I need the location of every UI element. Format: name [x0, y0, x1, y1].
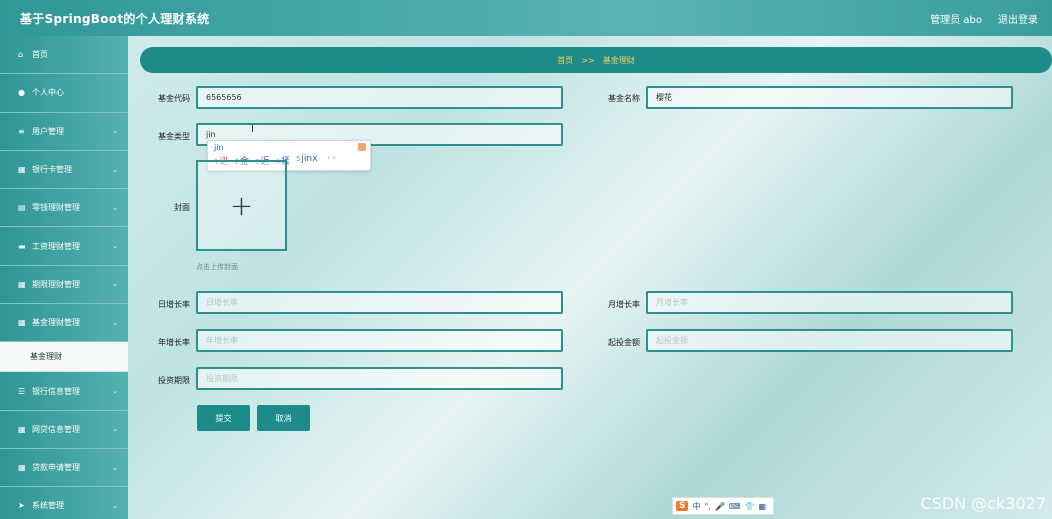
min-amount-label: 起投金额: [608, 338, 640, 347]
sidebar-item-label: 首页: [32, 50, 48, 60]
sidebar-item-label: 贷款申请管理: [32, 463, 80, 473]
chevron-down-icon: ⌄: [112, 127, 118, 136]
sliders-icon: ≡: [18, 126, 25, 136]
breadcrumb-separator: >>: [581, 55, 595, 65]
sidebar-item-4[interactable]: ▤ 零钱理财管理 ⌄: [0, 189, 128, 228]
app-title: 基于SpringBoot的个人理财系统: [20, 11, 210, 26]
sidebar-item-1[interactable]: ● 个人中心: [0, 74, 128, 113]
ime-toolbar-icon-1[interactable]: 中: [692, 501, 700, 512]
chevron-down-icon: ⌄: [112, 318, 118, 327]
upload-hint: 点击上传封面: [196, 263, 238, 271]
sidebar-item-0[interactable]: ⌂ 首页: [0, 36, 128, 75]
card-icon: ▬: [18, 241, 26, 251]
ime-toolbar-icon-2[interactable]: °,: [704, 502, 711, 511]
text-cursor-icon: I: [251, 124, 254, 135]
sidebar-item-9[interactable]: ☰ 银行信息管理 ⌄: [0, 372, 128, 411]
cover-label: 封面: [174, 203, 190, 212]
current-user: 管理员 abo: [930, 14, 982, 26]
sidebar-item-label: 基金理财管理: [32, 318, 80, 328]
ime-pinyin: jin: [214, 143, 224, 152]
ime-candidate-text: jinx: [301, 154, 318, 164]
sidebar-item-label: 用户管理: [32, 126, 64, 136]
plus-icon: +: [229, 188, 254, 222]
logout-link[interactable]: 退出登录: [998, 11, 1038, 26]
yearly-growth-label: 年增长率: [158, 338, 190, 347]
sidebar: ⌂ 首页 ● 个人中心 ≡ 用户管理 ⌄ ▦ 银行卡管理 ⌄ ▤ 零钱理财管理 ⌄ ▬ 工资理财管理 ⌄ ▦ 期限…: [0, 36, 128, 519]
min-amount-input[interactable]: 起投金额: [646, 329, 1013, 352]
chevron-down-icon: ⌄: [112, 242, 118, 251]
sogou-logo-icon: [358, 143, 366, 151]
ime-toolbar[interactable]: S 中 °, 🎤 ⌨ 👕 ▦: [672, 497, 774, 515]
ime-toolbar-icon-6[interactable]: ▦: [759, 502, 767, 511]
fund-name-label: 基金名称: [608, 94, 640, 103]
sidebar-item-12[interactable]: ➤ 系统管理 ⌄: [0, 487, 128, 519]
ime-candidate[interactable]: 5jinx: [296, 154, 318, 167]
sidebar-item-label: 系统管理: [32, 501, 64, 511]
grid-icon: ▦: [18, 318, 26, 328]
chevron-down-icon: ⌄: [112, 280, 118, 289]
sidebar-item-label: 个人中心: [32, 88, 64, 98]
fund-code-label: 基金代码: [158, 94, 190, 103]
chevron-down-icon: ⌄: [112, 425, 118, 434]
ime-toolbar-icon-3[interactable]: 🎤: [715, 502, 725, 511]
fund-code-input[interactable]: 6565656: [196, 86, 563, 109]
clipboard-icon: ▤: [18, 203, 26, 213]
grid-icon: ▦: [18, 463, 26, 473]
ime-toolbar-icon-5[interactable]: 👕: [745, 502, 755, 511]
sidebar-item-label: 网贷信息管理: [32, 424, 80, 434]
watermark: CSDN @ck3027: [920, 494, 1046, 513]
fund-name-input[interactable]: 樱花: [646, 86, 1013, 109]
sidebar-item-label: 银行信息管理: [32, 386, 80, 396]
ime-page-arrows-icon[interactable]: ‹ ›: [327, 154, 335, 167]
term-label: 投资期限: [158, 376, 190, 385]
sidebar-item-label: 期限理财管理: [32, 279, 80, 289]
home-icon: ⌂: [18, 50, 24, 60]
grid-icon: ▦: [18, 165, 26, 175]
daily-growth-label: 日增长率: [158, 300, 190, 309]
submit-button[interactable]: 提交: [197, 405, 250, 431]
sidebar-item-7[interactable]: ▦ 基金理财管理 ⌄: [0, 304, 128, 343]
sidebar-item-10[interactable]: ▦ 网贷信息管理 ⌄: [0, 410, 128, 449]
sidebar-item-11[interactable]: ▦ 贷款申请管理 ⌄: [0, 448, 128, 488]
chevron-down-icon: ⌄: [112, 501, 118, 510]
ime-toolbar-icon-0[interactable]: S: [676, 501, 689, 511]
sidebar-item-2[interactable]: ≡ 用户管理 ⌄: [0, 112, 128, 151]
cancel-button[interactable]: 取消: [257, 405, 310, 431]
sidebar-item-5[interactable]: ▬ 工资理财管理 ⌄: [0, 227, 128, 266]
user-icon: ●: [18, 88, 25, 98]
breadcrumb-current: 基金理财: [602, 55, 635, 65]
chevron-down-icon: ⌄: [112, 387, 118, 396]
sidebar-item-label: 银行卡管理: [32, 165, 72, 175]
fund-type-label: 基金类型: [158, 132, 190, 141]
monthly-growth-input[interactable]: 月增长率: [646, 291, 1013, 314]
chevron-down-icon: ⌄: [112, 463, 118, 472]
send-icon: ➤: [18, 501, 25, 511]
grid-icon: ▦: [18, 424, 26, 434]
top-header: 基于SpringBoot的个人理财系统 管理员 abo 退出登录: [0, 0, 1052, 36]
daily-growth-input[interactable]: 日增长率: [196, 291, 563, 314]
sidebar-item-label: 零钱理财管理: [32, 203, 80, 213]
sidebar-item-3[interactable]: ▦ 银行卡管理 ⌄: [0, 150, 128, 190]
chevron-down-icon: ⌄: [112, 203, 118, 212]
ime-toolbar-icon-4[interactable]: ⌨: [729, 502, 741, 511]
sidebar-item-6[interactable]: ▦ 期限理财管理 ⌄: [0, 265, 128, 305]
term-input[interactable]: 投资期限: [196, 367, 563, 390]
sidebar-item-8[interactable]: 基金理财: [0, 342, 128, 373]
breadcrumb-home[interactable]: 首页: [557, 55, 573, 66]
sidebar-item-label: 基金理财: [30, 352, 62, 362]
yearly-growth-input[interactable]: 年增长率: [196, 329, 563, 352]
monthly-growth-label: 月增长率: [608, 300, 640, 309]
list-icon: ☰: [18, 386, 26, 396]
cover-upload-box[interactable]: +: [196, 160, 287, 251]
ime-candidate-number: 5: [295, 155, 301, 163]
sidebar-item-label: 工资理财管理: [32, 241, 80, 251]
grid-icon: ▦: [18, 279, 26, 289]
breadcrumb: 首页 >> 基金理财: [140, 47, 1052, 73]
chevron-down-icon: ⌄: [112, 165, 118, 174]
